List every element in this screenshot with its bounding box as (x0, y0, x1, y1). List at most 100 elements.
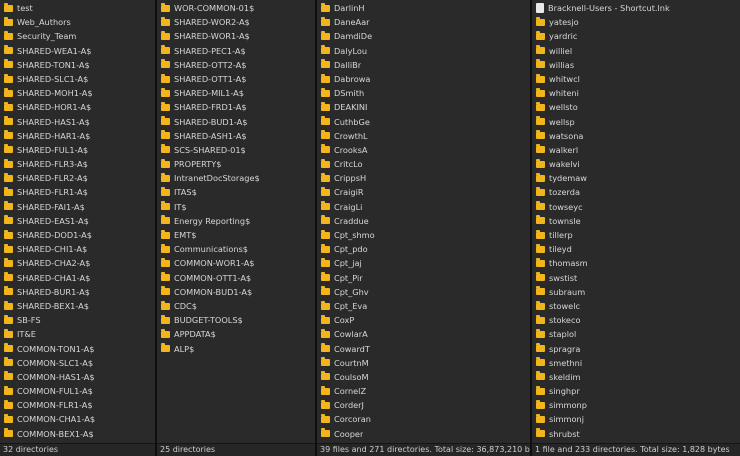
list-item[interactable]: SHARED-FUL1-A$ (0, 143, 155, 157)
pane-3-list[interactable]: DarlinH DaneAar DamdiDe DalyLou DalliBr Dabro… (317, 0, 530, 444)
list-item[interactable]: spragra (532, 342, 740, 356)
list-item[interactable]: CrooksA (317, 143, 530, 157)
list-item[interactable]: Cpt_Pir (317, 271, 530, 285)
list-item[interactable]: IT$ (157, 200, 315, 214)
list-item[interactable]: CuthbGe (317, 115, 530, 129)
list-item[interactable]: SHARED-CHA1-A$ (0, 271, 155, 285)
list-item[interactable]: DamdiDe (317, 29, 530, 43)
list-item[interactable]: SHARED-TON1-A$ (0, 58, 155, 72)
list-item[interactable]: staplol (532, 327, 740, 341)
list-item[interactable]: WOR-COMMON-01$ (157, 1, 315, 15)
list-item[interactable]: DSmith (317, 86, 530, 100)
list-item[interactable]: SHARED-WOR1-A$ (157, 29, 315, 43)
list-item[interactable]: SHARED-DOD1-A$ (0, 228, 155, 242)
list-item[interactable]: SHARED-CHA2-A$ (0, 256, 155, 270)
list-item[interactable]: DaneAar (317, 15, 530, 29)
list-item[interactable]: SHARED-FLR3-A$ (0, 157, 155, 171)
list-item[interactable]: Dabrowa (317, 72, 530, 86)
list-item[interactable]: COMMON-CHA1-A$ (0, 412, 155, 426)
list-item[interactable]: CDC$ (157, 299, 315, 313)
list-item[interactable]: simmonj (532, 412, 740, 426)
pane-4-list[interactable]: Bracknell-Users - Shortcut.lnk yatesjo yar… (532, 0, 740, 444)
list-item[interactable]: CraigLi (317, 200, 530, 214)
list-item[interactable]: test (0, 1, 155, 15)
list-item[interactable]: COMMON-FLR1-A$ (0, 398, 155, 412)
list-item[interactable]: SHARED-HOR1-A$ (0, 100, 155, 114)
pane-1-list[interactable]: test Web_Authors Security_Team SHARED-WEA1-… (0, 0, 155, 444)
list-item[interactable]: Cpt_shmo (317, 228, 530, 242)
list-item[interactable]: SHARED-OTT2-A$ (157, 58, 315, 72)
list-item[interactable]: ITAS$ (157, 185, 315, 199)
list-item[interactable]: APPDATA$ (157, 327, 315, 341)
list-item[interactable]: whitwcl (532, 72, 740, 86)
list-item[interactable]: DEAKINI (317, 100, 530, 114)
list-item[interactable]: townsle (532, 214, 740, 228)
list-item[interactable]: COMMON-SLC1-A$ (0, 356, 155, 370)
list-item[interactable]: CowlarA (317, 327, 530, 341)
list-item[interactable]: yardric (532, 29, 740, 43)
list-item[interactable]: SHARED-FRD1-A$ (157, 100, 315, 114)
list-item[interactable]: ALP$ (157, 342, 315, 356)
list-item[interactable]: wakelvi (532, 157, 740, 171)
list-item[interactable]: stowelc (532, 299, 740, 313)
list-item[interactable]: yatesjo (532, 15, 740, 29)
list-item[interactable]: singhpr (532, 384, 740, 398)
list-item[interactable]: SHARED-BUD1-A$ (157, 115, 315, 129)
list-item[interactable]: Cpt_Ghv (317, 285, 530, 299)
list-item[interactable]: skeldim (532, 370, 740, 384)
list-item[interactable]: SHARED-HAR1-A$ (0, 129, 155, 143)
list-item[interactable]: BUDGET-TOOLS$ (157, 313, 315, 327)
list-item[interactable]: Web_Authors (0, 15, 155, 29)
list-item[interactable]: SHARED-HAS1-A$ (0, 115, 155, 129)
list-item[interactable]: SHARED-WEA1-A$ (0, 44, 155, 58)
list-item[interactable]: SHARED-SLC1-A$ (0, 72, 155, 86)
list-item[interactable]: CorderJ (317, 398, 530, 412)
list-item[interactable]: Security_Team (0, 29, 155, 43)
list-item[interactable]: CrippsH (317, 171, 530, 185)
list-item[interactable]: CoulsoM (317, 370, 530, 384)
list-item[interactable]: SHARED-BEX1-A$ (0, 299, 155, 313)
list-item[interactable]: IntranetDocStorage$ (157, 171, 315, 185)
list-item[interactable]: SHARED-ASH1-A$ (157, 129, 315, 143)
list-item[interactable]: IT&E (0, 327, 155, 341)
list-item[interactable]: wellsto (532, 100, 740, 114)
list-item[interactable]: tydemaw (532, 171, 740, 185)
list-item[interactable]: SHARED-PEC1-A$ (157, 44, 315, 58)
list-item[interactable]: SHARED-FLR1-A$ (0, 185, 155, 199)
list-item[interactable]: wellsp (532, 115, 740, 129)
list-item[interactable]: COMMON-OTT1-A$ (157, 271, 315, 285)
list-item[interactable]: Bracknell-Users - Shortcut.lnk (532, 1, 740, 15)
list-item[interactable]: COMMON-BUD1-A$ (157, 285, 315, 299)
list-item[interactable]: SHARED-WOR2-A$ (157, 15, 315, 29)
list-item[interactable]: swstist (532, 271, 740, 285)
list-item[interactable]: COMMON-HAS1-A$ (0, 370, 155, 384)
list-item[interactable]: DalyLou (317, 44, 530, 58)
list-item[interactable]: subraum (532, 285, 740, 299)
list-item[interactable]: simmonp (532, 398, 740, 412)
list-item[interactable]: Craddue (317, 214, 530, 228)
list-item[interactable]: SHARED-BUR1-A$ (0, 285, 155, 299)
list-item[interactable]: EMT$ (157, 228, 315, 242)
list-item[interactable]: Energy Reporting$ (157, 214, 315, 228)
list-item[interactable]: SCS-SHARED-01$ (157, 143, 315, 157)
list-item[interactable]: CowardT (317, 342, 530, 356)
list-item[interactable]: smethni (532, 356, 740, 370)
list-item[interactable]: CoxP (317, 313, 530, 327)
list-item[interactable]: Communications$ (157, 242, 315, 256)
list-item[interactable]: SHARED-EAS1-A$ (0, 214, 155, 228)
list-item[interactable]: towseyc (532, 200, 740, 214)
list-item[interactable]: COMMON-TON1-A$ (0, 342, 155, 356)
list-item[interactable]: DalliBr (317, 58, 530, 72)
list-item[interactable]: SHARED-CHI1-A$ (0, 242, 155, 256)
list-item[interactable]: williel (532, 44, 740, 58)
list-item[interactable]: thomasm (532, 256, 740, 270)
list-item[interactable]: shrubst (532, 427, 740, 441)
list-item[interactable]: watsona (532, 129, 740, 143)
list-item[interactable]: stokeco (532, 313, 740, 327)
list-item[interactable]: SHARED-FAI1-A$ (0, 200, 155, 214)
list-item[interactable]: COMMON-FUL1-A$ (0, 384, 155, 398)
list-item[interactable]: CritcLo (317, 157, 530, 171)
pane-2-list[interactable]: WOR-COMMON-01$ SHARED-WOR2-A$ SHARED-WOR1-… (157, 0, 315, 444)
list-item[interactable]: willias (532, 58, 740, 72)
list-item[interactable]: tileyd (532, 242, 740, 256)
